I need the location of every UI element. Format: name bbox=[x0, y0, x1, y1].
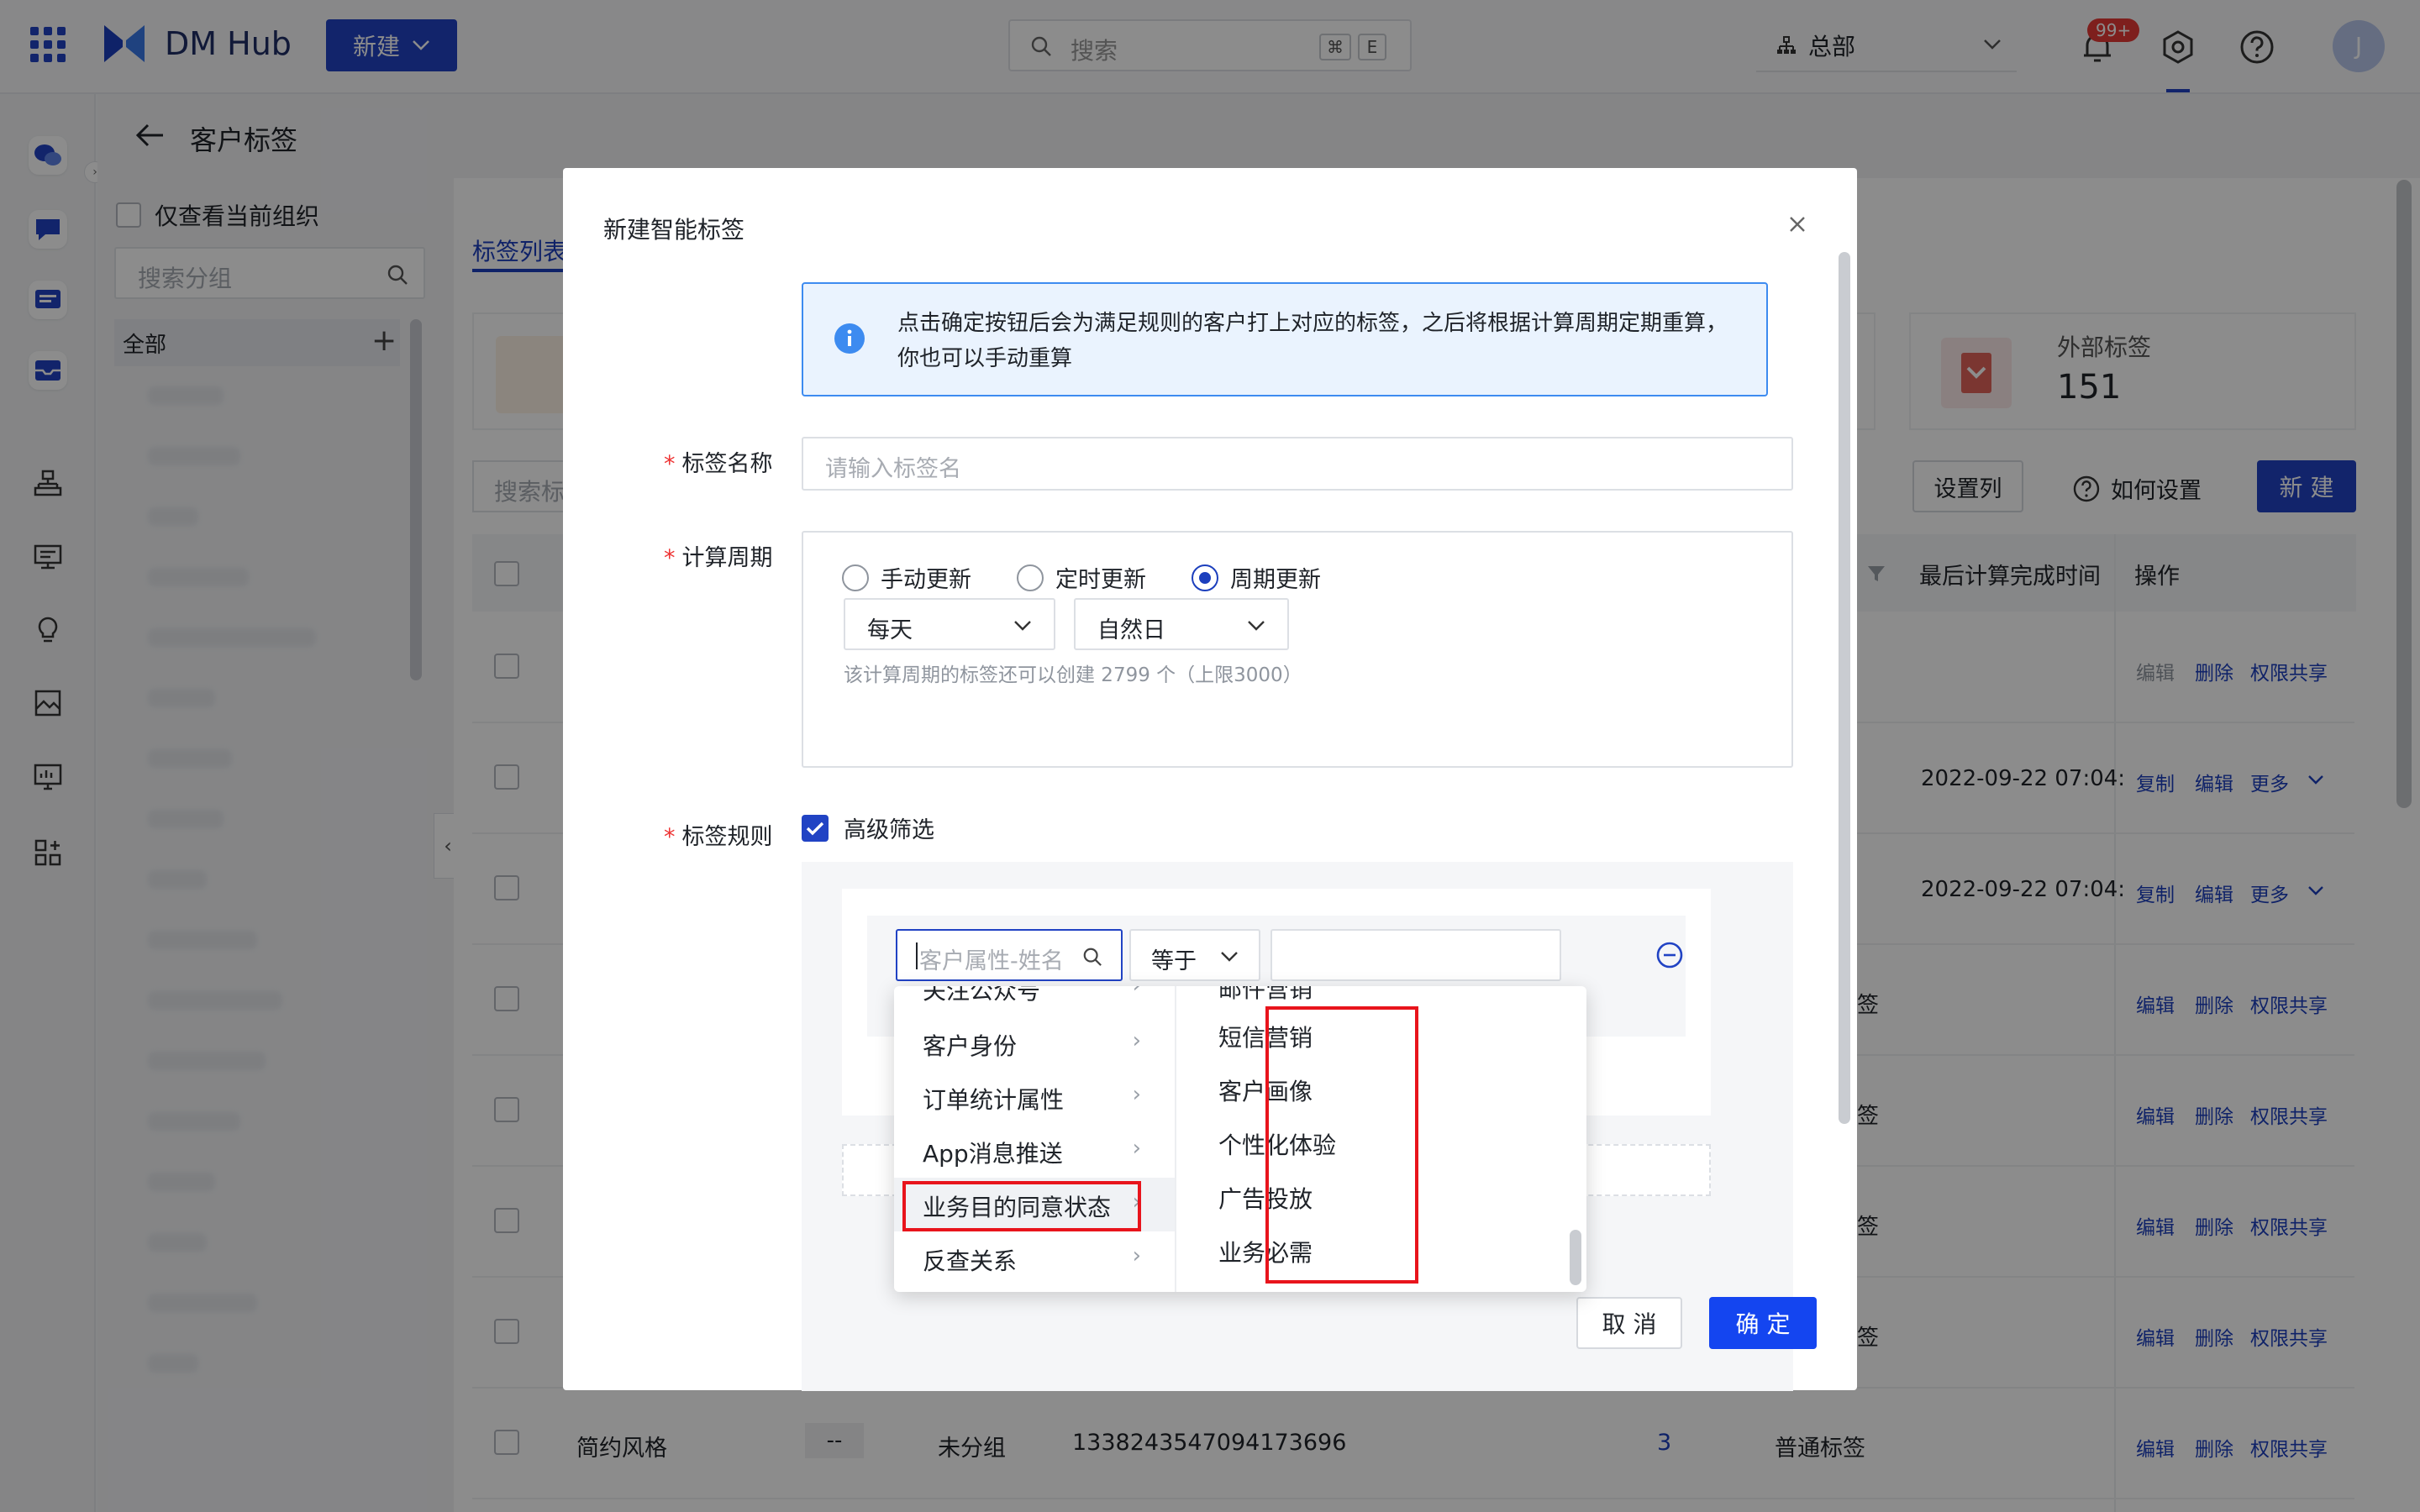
cascader-left-item[interactable]: 订单统计属性 › bbox=[894, 1070, 1175, 1124]
radio-periodic-label: 周期更新 bbox=[1230, 567, 1321, 593]
radio-circle bbox=[842, 564, 869, 591]
cascader-item-label: 客户身份 bbox=[923, 1032, 1018, 1060]
checkbox-checked-icon bbox=[802, 814, 829, 842]
tag-name-input[interactable]: 请输入标签名 bbox=[802, 437, 1793, 491]
confirm-label: 确 定 bbox=[1735, 1310, 1791, 1338]
cascader-item-label: App消息推送 bbox=[923, 1140, 1063, 1168]
operator-value: 等于 bbox=[1151, 948, 1197, 974]
cascader-left-item[interactable]: App消息推送 › bbox=[894, 1124, 1175, 1178]
cascader-item-label: 反查关系 bbox=[923, 1247, 1018, 1275]
info-icon bbox=[834, 323, 865, 354]
confirm-button[interactable]: 确 定 bbox=[1709, 1297, 1817, 1349]
tag-name-label: * 标签名称 bbox=[664, 451, 773, 477]
operator-select[interactable]: 等于 bbox=[1129, 929, 1260, 981]
quota-hint: 该计算周期的标签还可以创建 2799 个（上限3000） bbox=[844, 664, 1302, 686]
cancel-button[interactable]: 取 消 bbox=[1576, 1297, 1682, 1349]
highlight-box bbox=[1265, 1006, 1418, 1284]
attribute-search-input[interactable]: 客户属性-姓名 bbox=[896, 929, 1123, 981]
cascader-right-partial[interactable]: 邮件营销 bbox=[1198, 986, 1568, 1006]
cascader-item-label: 关注公众号 bbox=[923, 986, 1041, 1005]
chevron-right-icon: › bbox=[1133, 986, 1141, 998]
tag-rule-label: * 标签规则 bbox=[664, 824, 773, 850]
radio-manual-update[interactable]: 手动更新 bbox=[842, 561, 971, 594]
modal-title: 新建智能标签 bbox=[603, 216, 745, 244]
chevron-down-icon bbox=[1013, 620, 1032, 632]
radio-scheduled-label: 定时更新 bbox=[1055, 567, 1146, 593]
cascader-item-label: 订单统计属性 bbox=[923, 1086, 1065, 1114]
tag-rule-label-text: 标签规则 bbox=[681, 824, 773, 850]
radio-circle-selected bbox=[1192, 564, 1218, 591]
modal-scrollbar[interactable] bbox=[1839, 252, 1850, 1124]
chevron-down-icon bbox=[1220, 951, 1239, 963]
period-select[interactable]: 每天 bbox=[844, 598, 1055, 650]
search-icon bbox=[1082, 947, 1102, 967]
attribute-placeholder: 客户属性-姓名 bbox=[919, 948, 1064, 974]
advanced-filter-checkbox[interactable]: 高级筛选 bbox=[802, 811, 934, 844]
cascader-left-column: 关注公众号 › 客户身份 › 订单统计属性 › App消息推送 › 业务目的同意… bbox=[894, 986, 1175, 1292]
day-type-value: 自然日 bbox=[1097, 617, 1165, 643]
close-icon[interactable] bbox=[1788, 215, 1807, 234]
cascader-right-scrollbar[interactable] bbox=[1570, 1230, 1581, 1285]
advanced-filter-label: 高级筛选 bbox=[844, 817, 934, 843]
radio-periodic-update[interactable]: 周期更新 bbox=[1192, 561, 1321, 594]
remove-rule-icon[interactable] bbox=[1655, 941, 1684, 969]
cancel-label: 取 消 bbox=[1602, 1310, 1657, 1338]
highlight-box bbox=[902, 1181, 1141, 1231]
cascader-right-column: 邮件营销 短信营销 客户画像 个性化体验 广告投放 业务必需 bbox=[1198, 986, 1568, 1292]
cascader-left-item[interactable]: 客户身份 › bbox=[894, 1016, 1175, 1070]
period-value: 每天 bbox=[867, 617, 913, 643]
radio-manual-label: 手动更新 bbox=[881, 567, 971, 593]
rule-value-input[interactable] bbox=[1270, 929, 1561, 981]
calc-period-label-text: 计算周期 bbox=[681, 545, 773, 571]
chevron-right-icon: › bbox=[1132, 1082, 1141, 1107]
cascader-column-divider bbox=[1175, 986, 1176, 1292]
tag-name-placeholder: 请输入标签名 bbox=[825, 456, 961, 482]
chevron-down-icon bbox=[1247, 620, 1265, 632]
radio-circle bbox=[1017, 564, 1044, 591]
radio-scheduled-update[interactable]: 定时更新 bbox=[1017, 561, 1146, 594]
cascader-left-partial[interactable]: 关注公众号 › bbox=[894, 986, 1175, 1008]
info-banner: 点击确定按钮后会为满足规则的客户打上对应的标签，之后将根据计算周期定期重算，你也… bbox=[802, 282, 1768, 396]
info-text: 点击确定按钮后会为满足规则的客户打上对应的标签，之后将根据计算周期定期重算，你也… bbox=[897, 311, 1728, 371]
day-type-select[interactable]: 自然日 bbox=[1074, 598, 1289, 650]
text-cursor bbox=[916, 942, 918, 969]
chevron-right-icon: › bbox=[1132, 1243, 1141, 1268]
chevron-right-icon: › bbox=[1132, 1028, 1141, 1053]
tag-name-label-text: 标签名称 bbox=[681, 451, 773, 477]
calc-period-label: * 计算周期 bbox=[664, 545, 773, 571]
attribute-cascader-dropdown: 关注公众号 › 客户身份 › 订单统计属性 › App消息推送 › 业务目的同意… bbox=[894, 986, 1586, 1292]
cascader-left-item[interactable]: 反查关系 › bbox=[894, 1231, 1175, 1285]
chevron-right-icon: › bbox=[1132, 1136, 1141, 1161]
cascader-item-label: 邮件营销 bbox=[1218, 986, 1313, 1003]
